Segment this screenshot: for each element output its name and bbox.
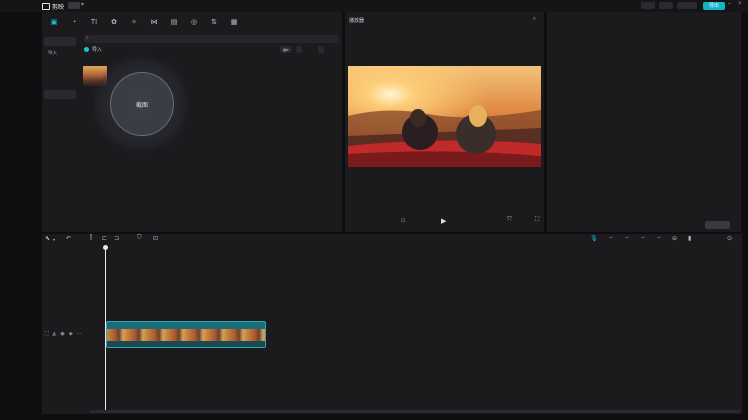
playhead[interactable]: [105, 246, 106, 412]
minimize-icon[interactable]: –: [728, 1, 731, 7]
modify-button[interactable]: [705, 221, 730, 229]
fullscreen-icon[interactable]: ⛶: [535, 217, 539, 224]
audio-icon: ◔: [71, 18, 77, 26]
sticker-icon: ✿: [111, 18, 117, 26]
shortcut-button[interactable]: [641, 2, 655, 9]
sort-dropdown[interactable]: [296, 46, 302, 53]
property-row: [551, 45, 741, 59]
delete-right-icon[interactable]: ⊐: [114, 235, 119, 242]
sidebar-item-library[interactable]: [44, 90, 76, 99]
tool-adjust[interactable]: ⇅: [204, 12, 224, 34]
select-tool-icon[interactable]: ⬉: [45, 235, 50, 242]
video-frame: [348, 66, 541, 167]
chevron-down-icon[interactable]: ▾: [53, 237, 55, 242]
search-input[interactable]: [84, 35, 339, 43]
track-controls: ⛶ ◭ ◉ ◈ ⋯: [45, 331, 82, 337]
zoom-out-icon[interactable]: ⊖: [672, 235, 677, 242]
tool-caption[interactable]: ▤: [164, 12, 184, 34]
filter-icon: ◎: [190, 18, 198, 26]
chevron-down-icon[interactable]: ▾: [81, 1, 84, 8]
delete-left-icon[interactable]: ⊏: [102, 235, 107, 242]
tool-text[interactable]: TI: [84, 12, 104, 34]
export-button[interactable]: 导出: [703, 2, 725, 10]
crop-icon[interactable]: ⊡: [153, 235, 158, 242]
layout-button[interactable]: [659, 2, 673, 9]
timeline-settings-icon[interactable]: ⊙: [727, 235, 732, 242]
menu-icon[interactable]: ≡: [533, 16, 536, 22]
transition-icon: ⋈: [150, 18, 158, 26]
view-toggle[interactable]: ▦▾: [280, 46, 292, 53]
link-main-track-icon[interactable]: ⇔: [608, 235, 614, 241]
media-icon: ▣: [50, 18, 58, 26]
horizontal-scrollbar[interactable]: [90, 410, 740, 413]
fit-screen-icon[interactable]: ⤧: [507, 217, 512, 224]
player-title: 播放器: [349, 18, 365, 24]
media-panel: [42, 12, 342, 232]
play-icon[interactable]: ▶: [441, 217, 446, 225]
screenshot-button[interactable]: 截图: [110, 72, 174, 136]
property-row: [551, 63, 741, 71]
import-label: 导入: [92, 47, 103, 53]
app-logo-icon: [42, 3, 50, 10]
split-icon[interactable]: ⫿: [90, 235, 92, 242]
lock-icon[interactable]: ⛶: [45, 331, 49, 337]
marker-icon[interactable]: ⛉: [137, 235, 142, 242]
caption-icon: ▤: [170, 18, 178, 26]
tool-filter[interactable]: ◎: [184, 12, 204, 34]
tool-transition[interactable]: ⋈: [144, 12, 164, 34]
property-row: [551, 87, 741, 95]
undo-icon[interactable]: ↶: [66, 235, 71, 242]
property-row: [551, 99, 741, 107]
import-icon: [84, 47, 89, 52]
property-row: [551, 140, 741, 148]
property-row: [551, 111, 741, 119]
timecode-format-icon[interactable]: ⊡: [401, 218, 405, 224]
property-row: [551, 75, 741, 83]
visibility-icon[interactable]: ◈: [69, 331, 73, 337]
search-icon: ⌕: [86, 35, 89, 41]
clip-filmstrip: [107, 329, 265, 341]
resource-toolbar: ▣ ◔ TI ✿ ✧ ⋈ ▤ ◎ ⇅ ▦: [42, 12, 342, 34]
import-button[interactable]: 导入: [84, 46, 102, 53]
tool-audio[interactable]: ◔: [64, 12, 84, 34]
screenshot-label: 截图: [135, 102, 148, 109]
sidebar-item-import[interactable]: 导入: [44, 48, 76, 57]
tool-media[interactable]: ▣: [44, 12, 64, 34]
effects-icon: ✧: [131, 18, 137, 26]
record-audio-icon[interactable]: 🎙: [590, 235, 598, 242]
more-icon[interactable]: ⋯: [77, 331, 82, 337]
property-row: [551, 128, 741, 136]
close-icon[interactable]: ×: [738, 1, 742, 7]
tool-effects[interactable]: ✧: [124, 12, 144, 34]
tool-sticker[interactable]: ✿: [104, 12, 124, 34]
mute-icon[interactable]: ◉: [60, 331, 64, 337]
app-logo: 剪映: [42, 2, 64, 11]
type-filter-dropdown[interactable]: [318, 46, 324, 53]
tool-template[interactable]: ▦: [224, 12, 244, 34]
text-icon: TI: [90, 18, 98, 26]
sidebar-item-local[interactable]: [44, 37, 76, 46]
sidebar-item-cloud[interactable]: [44, 76, 76, 85]
link-icon[interactable]: ⇔: [640, 235, 646, 241]
hide-track-icon[interactable]: ◭: [53, 331, 57, 337]
time-ruler[interactable]: [106, 246, 742, 252]
adjust-icon: ⇅: [211, 18, 217, 26]
preview-axis-icon[interactable]: ⇔: [656, 235, 662, 241]
media-sidebar: 导入: [42, 34, 80, 232]
snap-icon[interactable]: ⇔: [624, 235, 630, 241]
title-bar: [0, 0, 748, 12]
video-preview[interactable]: [348, 66, 541, 167]
clip-audio-strip: [107, 341, 265, 347]
timeline-toolbar: [42, 234, 742, 246]
sidebar-item-my-presets[interactable]: [44, 62, 76, 71]
template-icon: ▦: [230, 18, 238, 26]
pro-badge[interactable]: [677, 2, 697, 9]
account-badge[interactable]: [68, 2, 80, 9]
app-name: 剪映: [52, 5, 65, 11]
playhead-handle[interactable]: [103, 245, 108, 250]
property-row: [551, 34, 741, 42]
zoom-slider-thumb[interactable]: ▮: [688, 235, 691, 242]
